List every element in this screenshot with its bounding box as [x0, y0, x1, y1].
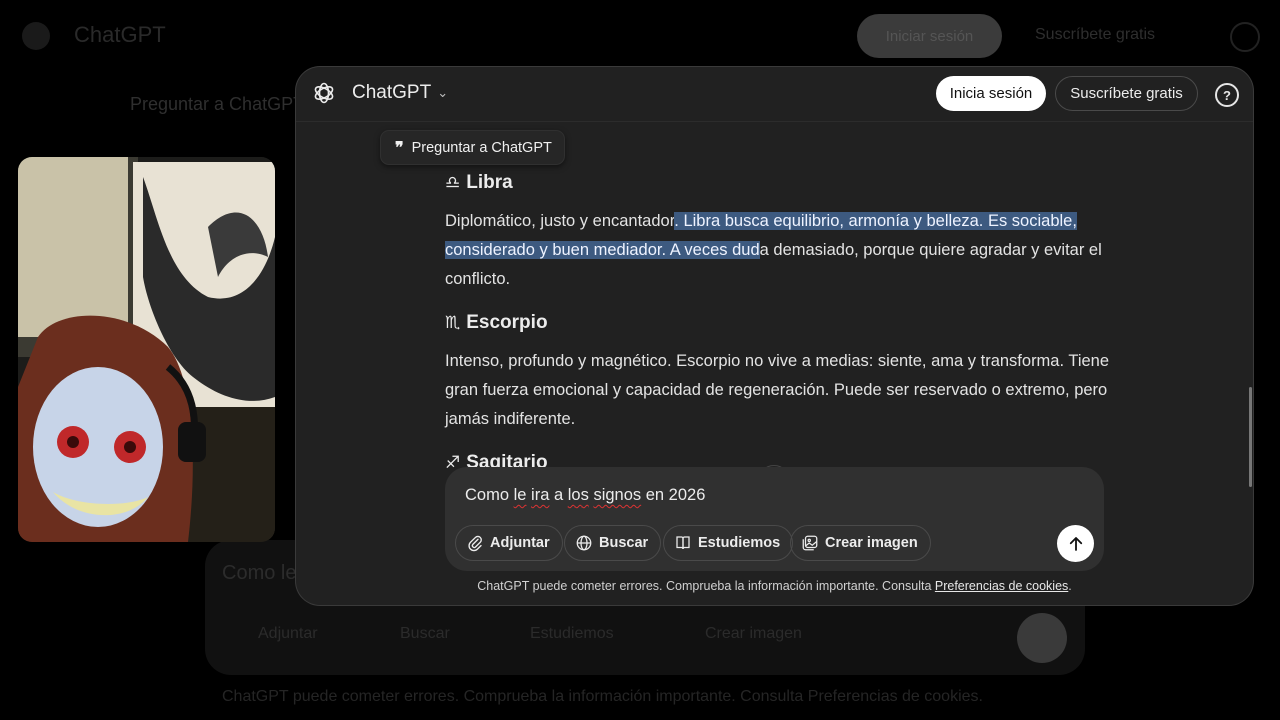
- prompt-input[interactable]: Como le ira a los signos en 2026: [465, 486, 705, 505]
- sign-heading-escorpio: ♏︎ Escorpio: [445, 312, 548, 334]
- background-title: ChatGPT: [74, 22, 166, 47]
- ask-chatgpt-label: Preguntar a ChatGPT: [411, 139, 552, 156]
- text-segment: en 2026: [641, 486, 706, 504]
- create-image-button[interactable]: Crear imagen: [790, 525, 931, 561]
- misspelled-word: los: [567, 486, 589, 504]
- paperclip-icon: [468, 535, 482, 552]
- model-selector[interactable]: ChatGPT ⌄: [352, 82, 448, 104]
- scorpio-icon: ♏︎: [445, 313, 461, 332]
- login-button[interactable]: Inicia sesión: [936, 76, 1046, 111]
- sign-description-escorpio: Intenso, profundo y magnético. Escorpio …: [445, 352, 1110, 428]
- sign-heading-libra: ♎︎ Libra: [445, 172, 513, 194]
- background-footer: ChatGPT puede cometer errores. Comprueba…: [222, 688, 983, 705]
- send-button[interactable]: [1057, 525, 1094, 562]
- ask-chatgpt-button[interactable]: ❞ Preguntar a ChatGPT: [380, 130, 565, 165]
- signup-button[interactable]: Suscríbete gratis: [1055, 76, 1198, 111]
- scrollbar[interactable]: [1249, 387, 1252, 487]
- libra-icon: ♎︎: [445, 173, 461, 192]
- disclaimer-end: .: [1068, 579, 1072, 593]
- background-login-button: Iniciar sesión: [857, 14, 1002, 58]
- globe-icon: [576, 535, 592, 551]
- search-button[interactable]: Buscar: [564, 525, 662, 561]
- background-tool-attach: Adjuntar: [258, 625, 318, 642]
- text-segment: Como: [465, 486, 514, 504]
- background-header: ChatGPT Iniciar sesión Suscríbete gratis: [0, 0, 1280, 72]
- background-logo-icon: [22, 22, 50, 50]
- misspelled-word: le: [513, 486, 527, 504]
- cookie-preferences-link[interactable]: Preferencias de cookies: [935, 579, 1068, 593]
- image-icon: [802, 535, 818, 551]
- sign-name: Escorpio: [466, 312, 548, 333]
- attach-label: Adjuntar: [490, 535, 550, 551]
- help-icon[interactable]: ?: [1215, 83, 1239, 107]
- misspelled-word: ira: [531, 486, 550, 504]
- webcam-image: [18, 157, 275, 542]
- book-icon: [676, 536, 690, 550]
- background-send-button: [1017, 613, 1067, 663]
- arrow-up-icon: [1069, 536, 1082, 551]
- conversation-area[interactable]: ❞ Preguntar a ChatGPT ♎︎ Libra Diplomáti…: [296, 122, 1253, 522]
- misspelled-word: signos: [593, 486, 642, 504]
- openai-logo-icon[interactable]: [312, 81, 336, 105]
- webcam-overlay: [18, 157, 275, 542]
- study-label: Estudiemos: [698, 535, 781, 551]
- background-tool-search: Buscar: [400, 625, 450, 642]
- quote-icon: ❞: [395, 139, 404, 157]
- search-label: Buscar: [599, 535, 649, 551]
- background-tool-image: Crear imagen: [705, 625, 802, 642]
- background-tool-study: Estudiemos: [530, 625, 614, 642]
- sign-name: Libra: [466, 172, 513, 193]
- message-composer[interactable]: Como le ira a los signos en 2026 Adjunta…: [445, 467, 1104, 571]
- disclaimer-footer: ChatGPT puede cometer errores. Comprueba…: [296, 579, 1253, 593]
- text-segment: Diplomático, justo y encantador: [445, 212, 675, 230]
- attach-button[interactable]: Adjuntar: [455, 525, 563, 561]
- top-bar: ChatGPT ⌄ Inicia sesión Suscríbete grati…: [296, 67, 1253, 122]
- background-signup-button: Suscríbete gratis: [1035, 26, 1156, 43]
- disclaimer-text: ChatGPT puede cometer errores. Comprueba…: [477, 579, 935, 593]
- study-button[interactable]: Estudiemos: [663, 525, 794, 561]
- sign-description-libra: Diplomático, justo y encantador. Libra b…: [445, 207, 1110, 294]
- chevron-down-icon: ⌄: [437, 85, 449, 100]
- background-help-icon: [1230, 22, 1260, 52]
- chatgpt-window: ChatGPT ⌄ Inicia sesión Suscríbete grati…: [296, 67, 1253, 605]
- create-image-label: Crear imagen: [825, 535, 918, 551]
- text-segment: a: [549, 486, 568, 504]
- model-selector-label: ChatGPT: [352, 82, 432, 103]
- background-ask-button: Preguntar a ChatGPT: [130, 94, 305, 114]
